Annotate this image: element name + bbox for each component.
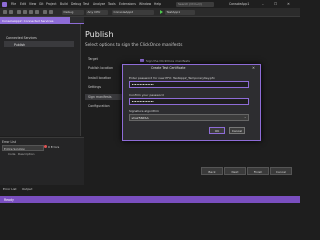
menu-window[interactable]: Window: [139, 2, 151, 6]
error-scope-value: Entire Solution: [4, 146, 26, 151]
cancel-label: Cancel: [275, 169, 287, 174]
enter-password-value: ••••••••••••••: [131, 82, 154, 87]
sign-manifests-label: Sign the ClickOnce manifests: [146, 58, 190, 63]
menu-test[interactable]: Test: [83, 2, 89, 6]
enter-password-field[interactable]: ••••••••••••••: [129, 81, 249, 88]
run-target-label: TestApp1: [166, 10, 181, 15]
menu-git[interactable]: Git: [39, 2, 43, 6]
solution-config-value: Debug: [63, 10, 74, 15]
startup-project-value: ConsoleApp2: [113, 10, 134, 15]
chevron-down-icon: ⌄: [243, 115, 247, 120]
nav-install-location[interactable]: Install location: [88, 76, 111, 80]
signature-algorithm-label: Signature algorithm: [129, 109, 159, 113]
enter-password-label: Enter password for new PFX: TestApp2_Tem…: [129, 76, 215, 80]
tab-connected-services[interactable]: ConsoleApp2: Connected Services: [0, 17, 70, 23]
next-label: Next: [231, 169, 239, 174]
errors-filter-button[interactable]: 0 Errors: [48, 145, 59, 149]
confirm-password-label: Confirm your password: [129, 93, 164, 97]
search-box[interactable]: Search (Ctrl+Q): [176, 1, 214, 7]
signature-algorithm-value: sha256RSA: [131, 115, 149, 120]
save-icon[interactable]: [29, 9, 33, 14]
menu-view[interactable]: View: [29, 2, 36, 6]
solution-platform-dropdown[interactable]: Any CPU: [86, 9, 108, 15]
back-label: Back: [208, 169, 216, 174]
menu-tools[interactable]: Tools: [108, 2, 116, 6]
page-subtitle: Select options to sign the ClickOnce man…: [85, 42, 183, 47]
finish-label: Finish: [253, 169, 263, 174]
close-icon[interactable]: ✕: [287, 2, 290, 6]
start-debugging-icon[interactable]: [160, 10, 163, 14]
bottom-tab-strip: [0, 185, 300, 191]
confirm-password-value: ••••••••••••••: [131, 99, 154, 104]
ok-button[interactable]: OK: [209, 127, 225, 134]
sidebar-item-label: Publish: [14, 42, 26, 47]
page-title: Publish: [85, 30, 114, 39]
dialog-title: Create Test Certificate: [151, 66, 186, 70]
search-label: Search (Ctrl+Q): [178, 2, 202, 7]
sign-manifests-checkbox[interactable]: [140, 58, 144, 62]
error-scope-dropdown[interactable]: Entire Solution: [2, 145, 44, 151]
visual-studio-logo-icon: [2, 1, 7, 7]
save-all-icon[interactable]: [35, 9, 39, 14]
nav-sign-manifests[interactable]: Sign manifests: [88, 95, 112, 99]
menu-help[interactable]: Help: [154, 2, 161, 6]
back-icon[interactable]: [3, 9, 7, 14]
error-list-title: Error List: [2, 140, 16, 144]
nav-publish-location[interactable]: Publish location: [88, 66, 113, 70]
tab-output[interactable]: Output: [22, 187, 32, 191]
dialog-close-icon[interactable]: ✕: [252, 66, 255, 70]
back-button[interactable]: Back: [201, 167, 223, 175]
run-target-button[interactable]: TestApp1: [165, 9, 195, 15]
menu-extensions[interactable]: Extensions: [119, 2, 136, 6]
menu-file[interactable]: File: [11, 2, 16, 6]
minimize-icon[interactable]: –: [262, 2, 264, 6]
dialog-cancel-button[interactable]: Cancel: [229, 127, 245, 134]
menu-debug[interactable]: Debug: [71, 2, 81, 6]
maximize-icon[interactable]: ☐: [274, 2, 277, 6]
cancel-button[interactable]: Cancel: [270, 167, 292, 175]
startup-project-dropdown[interactable]: ConsoleApp2: [112, 9, 154, 15]
tab-error-list[interactable]: Error List: [3, 187, 17, 191]
column-header-code[interactable]: Code: [8, 152, 15, 156]
nav-target[interactable]: Target: [88, 57, 98, 61]
confirm-password-field[interactable]: ••••••••••••••: [129, 98, 249, 105]
nav-settings[interactable]: Settings: [88, 85, 101, 89]
menu-edit[interactable]: Edit: [20, 2, 26, 6]
sidebar-item-publish[interactable]: Publish: [4, 41, 74, 47]
undo-icon[interactable]: [43, 9, 47, 14]
signature-algorithm-dropdown[interactable]: sha256RSA ⌄: [129, 114, 249, 121]
solution-config-dropdown[interactable]: Debug: [62, 9, 84, 15]
menu-project[interactable]: Project: [46, 2, 57, 6]
tab-label: ConsoleApp2: Connected Services: [2, 18, 54, 23]
solution-platform-value: Any CPU: [87, 10, 101, 15]
sidebar-item-connected-services[interactable]: Connected Services: [6, 36, 37, 40]
ok-label: OK: [214, 128, 220, 133]
status-bar: [0, 196, 300, 203]
nav-configuration[interactable]: Configuration: [88, 104, 110, 108]
open-folder-icon[interactable]: [23, 9, 27, 14]
menu-build[interactable]: Build: [60, 2, 68, 6]
status-text: Ready: [4, 197, 14, 202]
column-header-description[interactable]: Description: [18, 152, 34, 156]
menu-analyze[interactable]: Analyze: [93, 2, 105, 6]
next-button[interactable]: Next: [224, 167, 246, 175]
dialog-cancel-label: Cancel: [231, 128, 243, 133]
new-file-icon[interactable]: [17, 9, 21, 14]
finish-button[interactable]: Finish: [247, 167, 269, 175]
forward-icon[interactable]: [9, 9, 13, 14]
project-name: ConsoleApp1: [229, 2, 250, 7]
redo-icon[interactable]: [49, 9, 53, 14]
